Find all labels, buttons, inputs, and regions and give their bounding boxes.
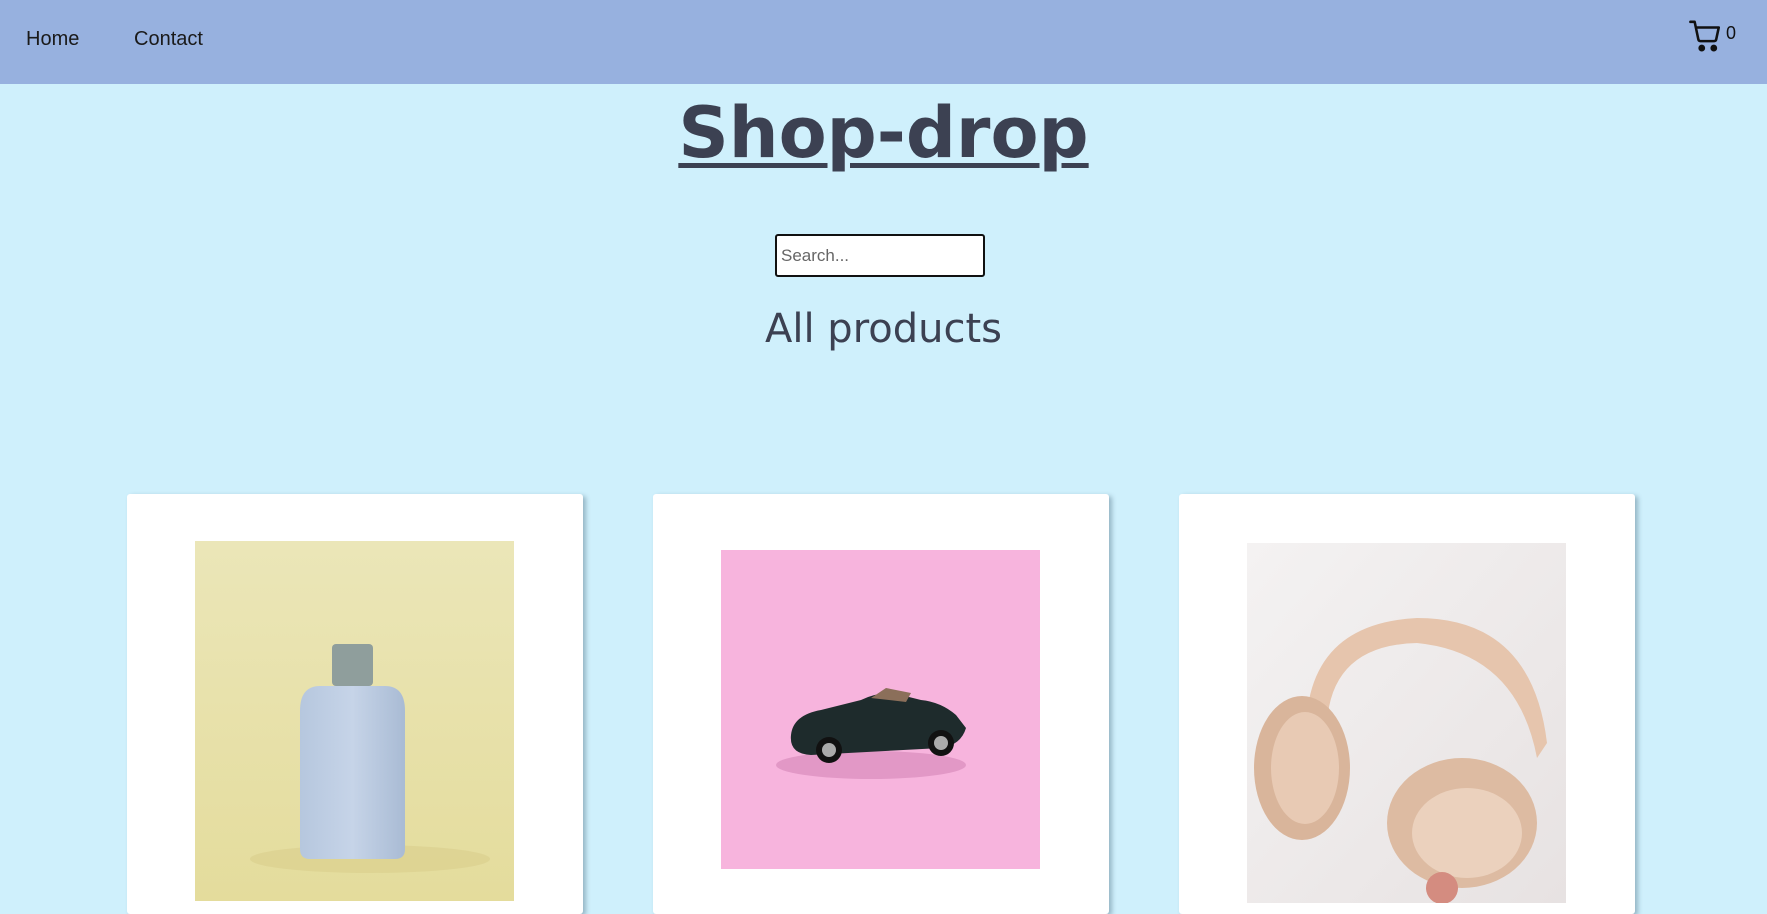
navbar: Home Contact 0 <box>0 0 1767 84</box>
product-card[interactable] <box>1179 494 1635 914</box>
headphones-image <box>1247 543 1566 903</box>
cart-icon <box>1689 19 1723 57</box>
product-card[interactable] <box>127 494 583 914</box>
nav-home-link[interactable]: Home <box>26 28 79 51</box>
search-input[interactable] <box>775 234 985 277</box>
nav-contact-link[interactable]: Contact <box>134 28 203 51</box>
cart-button[interactable]: 0 <box>1689 19 1736 57</box>
cart-count: 0 <box>1726 23 1737 43</box>
perfume-bottle-image <box>195 541 514 901</box>
site-title[interactable]: Shop-drop <box>0 98 1767 168</box>
toy-car-image <box>721 550 1040 869</box>
section-title: All products <box>765 306 1002 352</box>
product-card[interactable] <box>653 494 1109 914</box>
